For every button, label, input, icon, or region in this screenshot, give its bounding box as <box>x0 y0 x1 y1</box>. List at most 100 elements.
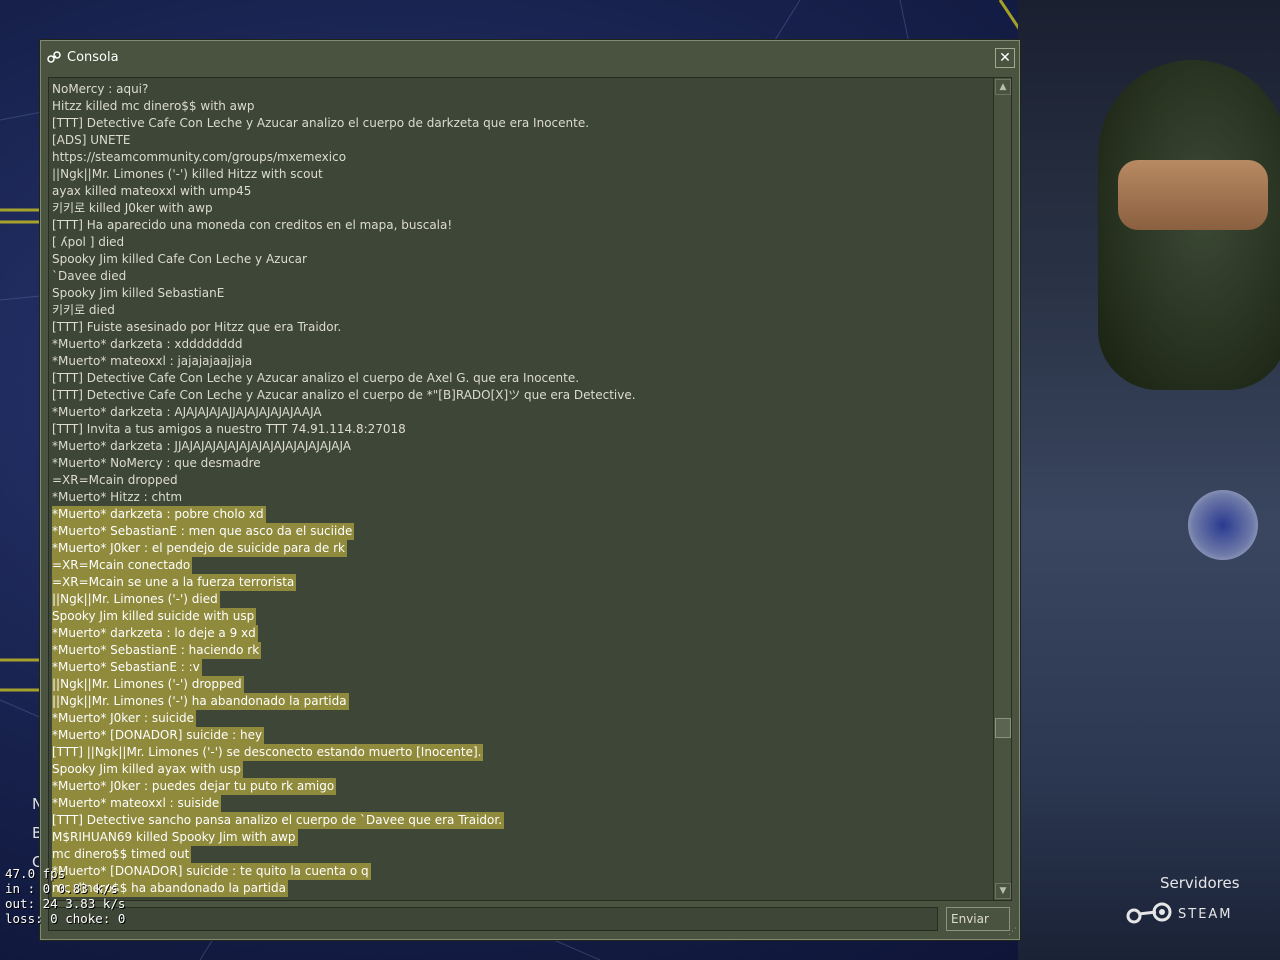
log-line-text: Spooky Jim killed Cafe Con Leche y Azuca… <box>52 252 307 266</box>
shoulder-badge <box>1188 490 1258 560</box>
arrow-down-icon: ▼ <box>999 886 1007 896</box>
log-line-text: [TTT] Fuiste asesinado por Hitzz que era… <box>52 320 342 334</box>
log-line-text: *Muerto* [DONADOR] suicide : hey <box>52 727 265 744</box>
log-line-text: *Muerto* J0ker : el pendejo de suicide p… <box>52 540 347 557</box>
log-line-text: [TTT] Detective sancho pansa analizo el … <box>52 812 505 829</box>
command-input[interactable] <box>48 907 938 931</box>
log-line: Spooky Jim killed Cafe Con Leche y Azuca… <box>52 251 991 268</box>
log-line: [TTT] Invita a tus amigos a nuestro TTT … <box>52 421 991 438</box>
log-line-text: [TTT] Ha aparecido una moneda con credit… <box>52 218 453 232</box>
log-line-text: *Muerto* darkzeta : JJAJAJAJAJAJAJAJAJAJ… <box>52 439 351 453</box>
log-line-text: *Muerto* SebastianE : men que asco da el… <box>52 523 355 540</box>
log-line: *Muerto* [DONADOR] suicide : hey <box>52 727 991 744</box>
log-lines: NoMercy : aqui? Hitzz killed mc dinero$$ … <box>52 81 991 897</box>
log-line-text: =XR=Mcain se une a la fuerza terrorista <box>52 574 297 591</box>
console-title: Consola <box>67 49 119 65</box>
log-line: *Muerto* darkzeta : AJAJAJAJAJJAJAJAJAJA… <box>52 404 991 421</box>
log-line-text: *Muerto* darkzeta : xdddddddd <box>52 337 243 351</box>
log-line-text: ||Ngk||Mr. Limones ('-') ha abandonado l… <box>52 693 349 710</box>
log-line-text: *Muerto* SebastianE : haciendo rk <box>52 642 262 659</box>
out-readout: out: 24 3.83 k/s <box>5 896 126 911</box>
face-shape <box>1118 160 1268 230</box>
log-line-text: ||Ngk||Mr. Limones ('-') killed Hitzz wi… <box>52 167 323 181</box>
log-line-text: ||Ngk||Mr. Limones ('-') dropped <box>52 676 244 693</box>
character-artwork <box>1018 0 1280 960</box>
send-button[interactable]: Enviar <box>946 907 1010 931</box>
steam-icon <box>1126 902 1172 924</box>
log-line: ||Ngk||Mr. Limones ('-') dropped <box>52 676 991 693</box>
log-line: [TTT] Detective Cafe Con Leche y Azucar … <box>52 115 991 132</box>
log-line-text: *Muerto* darkzeta : pobre cholo xd <box>52 506 266 523</box>
log-line: *Muerto* mateoxxl : jajajajaajjaja <box>52 353 991 370</box>
log-line: *Muerto* mateoxxl : suiside <box>52 795 991 812</box>
log-line-text: mc dinero$$ timed out <box>52 846 192 863</box>
log-line: [TTT] Detective Cafe Con Leche y Azucar … <box>52 370 991 387</box>
log-line: https://steamcommunity.com/groups/mxemex… <box>52 149 991 166</box>
console-window: Consola ✕ NoMercy : aqui? Hitzz killed mc… <box>40 40 1020 940</box>
net-graph: 47.0 fps in : 0 0.83 k/s out: 24 3.83 k/… <box>5 866 125 926</box>
resize-grip[interactable]: ⋰ <box>1008 927 1017 937</box>
log-line-text: =XR=Mcain conectado <box>52 557 193 574</box>
log-line: *Muerto* SebastianE : men que asco da el… <box>52 523 991 540</box>
log-line-text: =XR=Mcain dropped <box>52 473 178 487</box>
log-line: =XR=Mcain conectado <box>52 557 991 574</box>
log-line-text: *Muerto* Hitzz : chtm <box>52 490 183 504</box>
scroll-up-button[interactable]: ▲ <box>995 79 1011 95</box>
log-line: *Muerto* J0ker : suicide <box>52 710 991 727</box>
close-icon: ✕ <box>999 50 1011 66</box>
arrow-up-icon: ▲ <box>999 82 1007 92</box>
console-titlebar[interactable]: Consola ✕ <box>41 41 1019 73</box>
log-line: [ADS] UNETE <box>52 132 991 149</box>
log-line: Spooky Jim killed ayax with usp <box>52 761 991 778</box>
log-line-text: *Muerto* J0ker : puedes dejar tu puto rk… <box>52 778 337 795</box>
log-line-text: NoMercy : aqui? <box>52 82 149 96</box>
log-line: M$RIHUAN69 killed Spooky Jim with awp <box>52 829 991 846</box>
log-line-text: [TTT] Detective Cafe Con Leche y Azucar … <box>52 116 590 130</box>
log-line: *Muerto* darkzeta : pobre cholo xd <box>52 506 991 523</box>
close-button[interactable]: ✕ <box>995 48 1015 68</box>
log-line-text: *Muerto* mateoxxl : suiside <box>52 795 222 812</box>
log-line-text: 키키로 killed J0ker with awp <box>52 201 213 215</box>
log-line: *Muerto* darkzeta : lo deje a 9 xd <box>52 625 991 642</box>
log-line-text: [TTT] Invita a tus amigos a nuestro TTT … <box>52 422 406 436</box>
log-line: 키키로 killed J0ker with awp <box>52 200 991 217</box>
scroll-thumb[interactable] <box>995 718 1011 738</box>
log-line-text: M$RIHUAN69 killed Spooky Jim with awp <box>52 829 298 846</box>
log-line: 키키로 died <box>52 302 991 319</box>
log-line-text: [TTT] ||Ngk||Mr. Limones ('-') se descon… <box>52 744 484 761</box>
log-line: ||Ngk||Mr. Limones ('-') killed Hitzz wi… <box>52 166 991 183</box>
log-line-text: *Muerto* SebastianE : :v <box>52 659 202 676</box>
log-line: *Muerto* SebastianE : :v <box>52 659 991 676</box>
log-line: *Muerto* J0ker : puedes dejar tu puto rk… <box>52 778 991 795</box>
log-line-text: *Muerto* darkzeta : AJAJAJAJAJJAJAJAJAJA… <box>52 405 322 419</box>
log-line: =XR=Mcain dropped <box>52 472 991 489</box>
servers-link[interactable]: Servidores <box>1160 874 1240 892</box>
log-line-text: *Muerto* darkzeta : lo deje a 9 xd <box>52 625 258 642</box>
log-line-text: `Davee died <box>52 269 127 283</box>
in-readout: in : 0 0.83 k/s <box>5 881 118 896</box>
log-line: NoMercy : aqui? <box>52 81 991 98</box>
log-line-text: [TTT] Detective Cafe Con Leche y Azucar … <box>52 388 636 402</box>
log-line-text: 키키로 died <box>52 303 115 317</box>
log-line-text: Hitzz killed mc dinero$$ with awp <box>52 99 255 113</box>
log-line: `Davee died <box>52 268 991 285</box>
log-line-text: ayax killed mateoxxl with ump45 <box>52 184 252 198</box>
log-line: =XR=Mcain se une a la fuerza terrorista <box>52 574 991 591</box>
log-line: [ ʎpol ] died <box>52 234 991 251</box>
console-log[interactable]: NoMercy : aqui? Hitzz killed mc dinero$$ … <box>48 77 1012 901</box>
scroll-down-button[interactable]: ▼ <box>995 883 1011 899</box>
log-scrollbar[interactable]: ▲ ▼ <box>993 78 1011 900</box>
log-line: ||Ngk||Mr. Limones ('-') died <box>52 591 991 608</box>
log-line: ||Ngk||Mr. Limones ('-') ha abandonado l… <box>52 693 991 710</box>
log-line: *Muerto* darkzeta : xdddddddd <box>52 336 991 353</box>
log-line-text: *Muerto* mateoxxl : jajajajaajjaja <box>52 354 253 368</box>
log-line: mc dinero$$ timed out <box>52 846 991 863</box>
log-line-text: Spooky Jim killed ayax with usp <box>52 761 243 778</box>
log-line: *Muerto* SebastianE : haciendo rk <box>52 642 991 659</box>
log-line: Hitzz killed mc dinero$$ with awp <box>52 98 991 115</box>
log-line-text: *Muerto* NoMercy : que desmadre <box>52 456 261 470</box>
log-line-text: https://steamcommunity.com/groups/mxemex… <box>52 150 347 164</box>
log-line: ayax killed mateoxxl with ump45 <box>52 183 991 200</box>
log-line: [TTT] Detective sancho pansa analizo el … <box>52 812 991 829</box>
log-line-text: [TTT] Detective Cafe Con Leche y Azucar … <box>52 371 580 385</box>
